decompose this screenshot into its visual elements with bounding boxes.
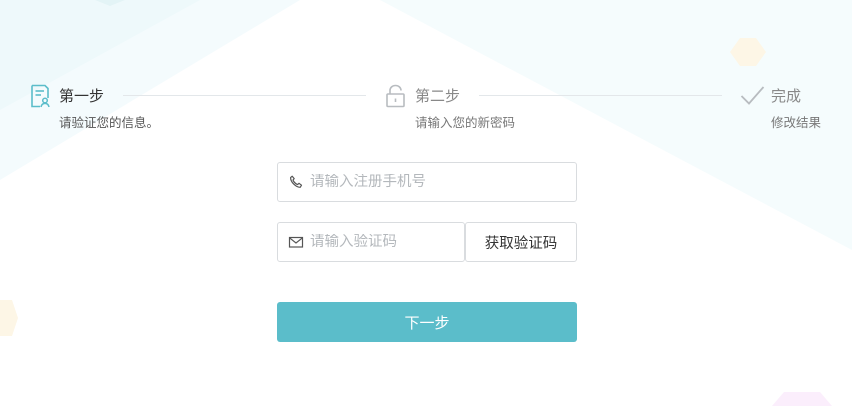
next-step-button[interactable]: 下一步	[277, 302, 577, 342]
envelope-icon	[288, 236, 304, 248]
phone-icon	[289, 175, 303, 188]
unlock-icon	[386, 84, 405, 108]
checkmark-icon	[740, 86, 765, 105]
step-2-description: 请输入您的新密码	[415, 115, 516, 130]
get-code-button[interactable]: 获取验证码	[465, 222, 577, 262]
step-3-description: 修改结果	[771, 115, 822, 130]
document-user-icon	[31, 84, 50, 108]
step-connector-2	[479, 95, 722, 96]
step-2-title: 第二步	[415, 87, 461, 105]
code-field[interactable]	[277, 222, 465, 262]
progress-steps: 第一步 请验证您的信息。 第二步 请输入您的新密码 完成 修改结果	[0, 0, 852, 140]
code-input[interactable]	[310, 234, 464, 250]
step-connector-1	[123, 95, 366, 96]
step-1-title: 第一步	[59, 87, 105, 105]
step-3-title: 完成	[771, 87, 802, 105]
phone-input[interactable]	[310, 174, 576, 190]
phone-field[interactable]	[277, 162, 577, 202]
step-1-description: 请验证您的信息。	[59, 115, 160, 130]
